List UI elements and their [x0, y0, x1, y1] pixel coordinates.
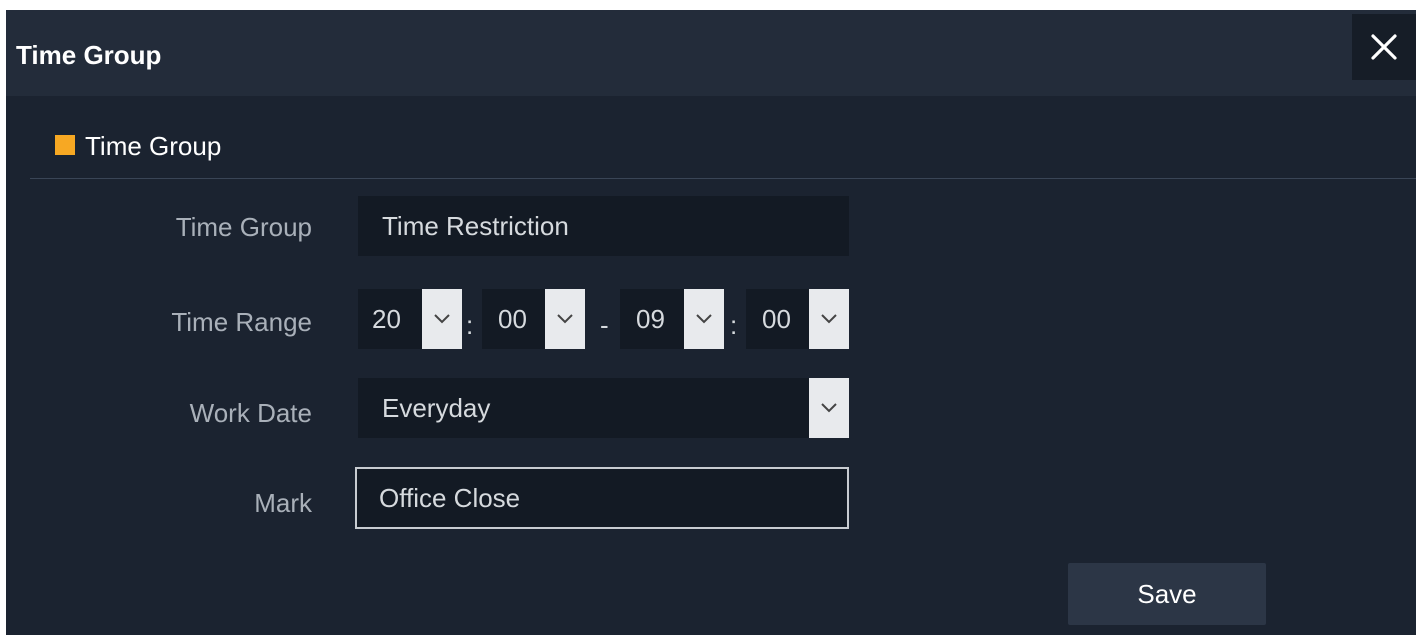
save-button[interactable]: Save — [1068, 563, 1266, 625]
time-colon: : — [466, 310, 474, 340]
chevron-down-icon — [434, 314, 450, 324]
section-title: Time Group — [85, 131, 222, 161]
work-date-value: Everyday — [382, 393, 491, 423]
start-minute-dropdown-button[interactable] — [545, 289, 585, 349]
mark-input[interactable] — [357, 469, 847, 527]
time-range-label: Time Range — [171, 307, 312, 337]
section-marker-icon — [55, 135, 75, 155]
work-date-dropdown-button[interactable] — [809, 378, 849, 438]
chevron-down-icon — [821, 403, 837, 413]
time-group-label: Time Group — [175, 212, 312, 242]
end-minute-select[interactable]: 00 — [746, 289, 849, 349]
chevron-down-icon — [557, 314, 573, 324]
time-range-dash: - — [600, 310, 609, 340]
chevron-down-icon — [696, 314, 712, 324]
time-group-dialog: Time Group Time Group Time Group Time Re… — [6, 10, 1416, 635]
work-date-label: Work Date — [189, 398, 312, 428]
start-minute-select[interactable]: 00 — [482, 289, 585, 349]
end-minute-value: 00 — [762, 304, 791, 334]
end-minute-dropdown-button[interactable] — [809, 289, 849, 349]
start-hour-select[interactable]: 20 — [358, 289, 462, 349]
time-group-field[interactable]: Time Restriction — [358, 196, 849, 256]
close-icon — [1371, 34, 1397, 60]
mark-label: Mark — [254, 488, 312, 518]
end-hour-dropdown-button[interactable] — [684, 289, 724, 349]
dialog-title: Time Group — [16, 40, 162, 70]
chevron-down-icon — [821, 314, 837, 324]
dialog-titlebar: Time Group — [6, 10, 1416, 96]
start-hour-dropdown-button[interactable] — [422, 289, 462, 349]
end-hour-value: 09 — [636, 304, 665, 334]
time-group-value: Time Restriction — [382, 211, 569, 241]
section-divider — [30, 178, 1416, 179]
time-colon: : — [730, 310, 738, 340]
mark-field[interactable] — [355, 467, 849, 529]
end-hour-select[interactable]: 09 — [620, 289, 724, 349]
start-hour-value: 20 — [372, 304, 401, 334]
close-button[interactable] — [1352, 14, 1416, 80]
work-date-select[interactable]: Everyday — [358, 378, 849, 438]
start-minute-value: 00 — [498, 304, 527, 334]
